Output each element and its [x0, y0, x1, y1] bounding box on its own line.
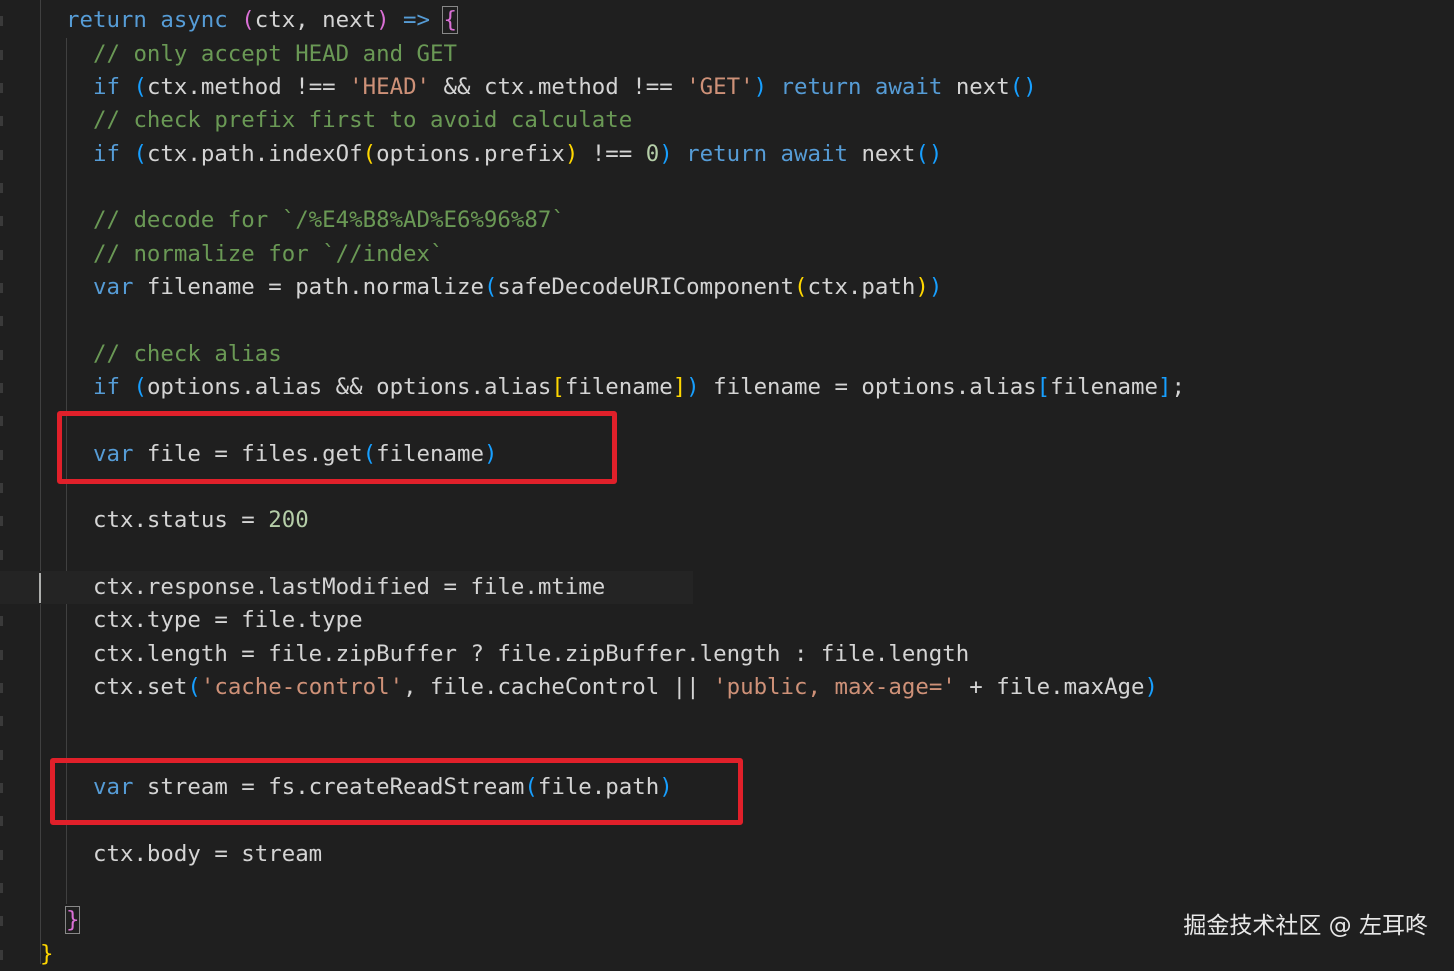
- code-token: ctx.status =: [93, 507, 269, 533]
- code-token: // check prefix first to avoid calculate: [93, 107, 633, 133]
- code-line[interactable]: }: [0, 938, 53, 971]
- code-token: ctx.type = file.type: [93, 607, 363, 633]
- code-token: return await: [672, 141, 862, 167]
- code-token: filename = path.normalize: [146, 274, 484, 300]
- code-token: (): [1009, 74, 1037, 100]
- code-line[interactable]: }: [0, 904, 81, 937]
- code-token: (: [133, 374, 147, 400]
- code-token: if: [93, 74, 134, 100]
- watermark: 掘金技术社区 @ 左耳咚: [1183, 913, 1428, 939]
- code-token: [: [1036, 374, 1051, 400]
- code-token: filename: [1050, 374, 1158, 400]
- code-line[interactable]: [0, 304, 93, 337]
- code-token: return await: [767, 74, 956, 100]
- code-token: !==: [578, 141, 646, 167]
- code-token: [: [551, 374, 565, 400]
- code-line[interactable]: // decode for `/%E4%B8%AD%E6%96%87`: [0, 204, 565, 237]
- code-token: ctx.path.indexOf: [146, 141, 363, 167]
- code-line[interactable]: if (options.alias && options.alias[filen…: [0, 371, 1185, 404]
- code-line[interactable]: ctx.response.lastModified = file.mtime: [0, 571, 693, 604]
- code-token: return async: [66, 7, 242, 33]
- code-token: 'HEAD': [349, 74, 431, 100]
- code-token: }: [40, 941, 54, 967]
- code-token: ctx.path: [807, 274, 916, 300]
- code-token: (: [483, 274, 498, 300]
- code-token: if: [93, 374, 134, 400]
- code-line[interactable]: [0, 871, 93, 904]
- code-line[interactable]: if (ctx.method !== 'HEAD' && ctx.method …: [0, 71, 1037, 104]
- code-token: ]: [672, 374, 687, 400]
- code-token: (: [362, 141, 377, 167]
- code-token: 200: [268, 507, 309, 533]
- code-token: // check alias: [93, 341, 282, 367]
- code-line[interactable]: ctx.length = file.zipBuffer ? file.zipBu…: [0, 638, 969, 671]
- text-cursor: [39, 573, 41, 603]
- code-token: (: [187, 674, 201, 700]
- code-line[interactable]: // check alias: [0, 338, 282, 371]
- code-token: var: [93, 274, 147, 300]
- code-token: // only accept HEAD and GET: [93, 41, 457, 67]
- code-line[interactable]: [0, 538, 93, 571]
- code-token: (: [133, 141, 147, 167]
- code-token: {: [442, 6, 458, 34]
- code-line[interactable]: [0, 704, 93, 737]
- code-line[interactable]: return async (ctx, next) => {: [0, 4, 458, 37]
- code-line[interactable]: ctx.set('cache-control', file.cacheContr…: [0, 671, 1158, 704]
- code-token: 'public, max-age=': [713, 674, 956, 700]
- code-token: ): [753, 74, 768, 100]
- code-token: 'GET': [686, 74, 754, 100]
- code-token: options.prefix: [376, 141, 565, 167]
- code-line[interactable]: if (ctx.path.indexOf(options.prefix) !==…: [0, 138, 942, 171]
- highlight-box-file-get: [57, 411, 617, 484]
- code-line[interactable]: // normalize for `//index`: [0, 238, 444, 271]
- code-token: ): [564, 141, 579, 167]
- code-token: if: [93, 141, 134, 167]
- code-token: ;: [1171, 374, 1185, 400]
- code-token: (): [915, 141, 943, 167]
- code-token: =>: [389, 7, 444, 33]
- code-token: options.alias && options.alias: [146, 374, 552, 400]
- code-line[interactable]: ctx.status = 200: [0, 504, 309, 537]
- code-line[interactable]: // check prefix first to avoid calculate: [0, 104, 632, 137]
- code-token: // normalize for `//index`: [93, 241, 444, 267]
- code-token: filename: [564, 374, 673, 400]
- code-line[interactable]: ctx.body = stream: [0, 838, 322, 871]
- code-token: 'cache-control': [200, 674, 404, 700]
- code-token: ): [659, 141, 673, 167]
- code-token: ]: [1158, 374, 1172, 400]
- code-line[interactable]: [0, 171, 93, 204]
- code-token: (: [133, 74, 147, 100]
- code-token: }: [64, 906, 81, 934]
- code-line[interactable]: ctx.type = file.type: [0, 604, 363, 637]
- code-token: // decode for `/%E4%B8%AD%E6%96%87`: [93, 207, 565, 233]
- code-token: 0: [645, 141, 660, 167]
- code-token: ): [928, 274, 943, 300]
- code-token: ): [915, 274, 929, 300]
- code-token: ctx.length = file.zipBuffer ? file.zipBu…: [93, 641, 970, 667]
- code-line[interactable]: // only accept HEAD and GET: [0, 38, 457, 71]
- code-token: ): [1144, 674, 1159, 700]
- code-token: filename = options.alias: [699, 374, 1037, 400]
- code-token: next: [955, 74, 1010, 100]
- code-token: ): [686, 374, 700, 400]
- code-token: (: [241, 7, 255, 33]
- code-token: ctx.set: [93, 674, 188, 700]
- code-token: safeDecodeURIComponent: [497, 274, 794, 300]
- code-token: (: [794, 274, 808, 300]
- code-token: ): [376, 7, 390, 33]
- highlight-box-create-read-stream: [50, 758, 743, 825]
- code-token: && ctx.method !==: [430, 74, 687, 100]
- code-token: + file.maxAge: [955, 674, 1145, 700]
- code-line[interactable]: var filename = path.normalize(safeDecode…: [0, 271, 942, 304]
- code-token: ctx.body = stream: [93, 841, 323, 867]
- code-token: next: [861, 141, 916, 167]
- code-token: , file.cacheControl ||: [403, 674, 714, 700]
- code-token: ctx, next: [254, 7, 377, 33]
- code-token: ctx.response.lastModified = file.mtime: [93, 574, 606, 600]
- code-token: ctx.method !==: [146, 74, 350, 100]
